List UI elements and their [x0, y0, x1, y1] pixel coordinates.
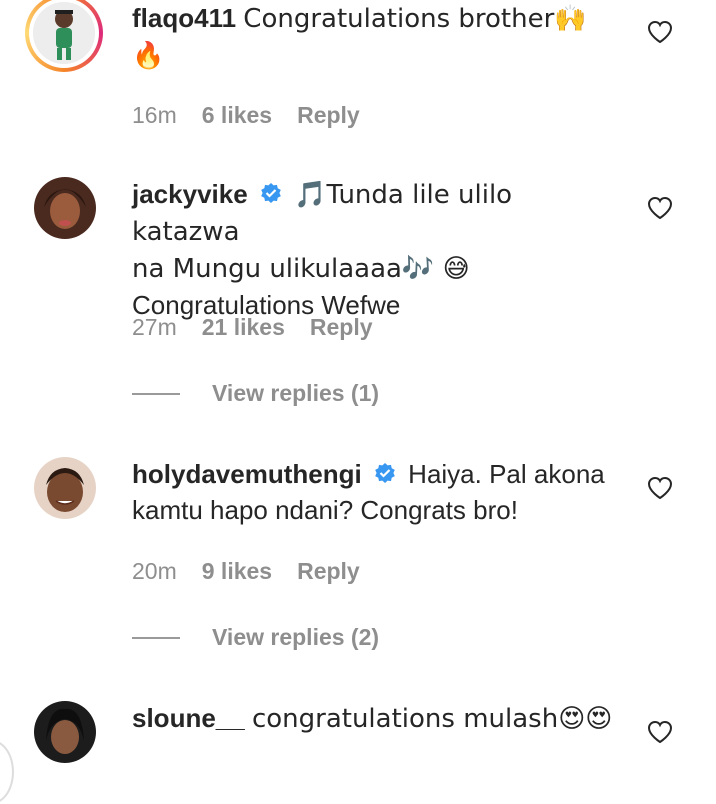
like-count[interactable]: 6 likes	[202, 102, 272, 129]
heart-icon[interactable]	[647, 196, 673, 220]
username[interactable]: holydavemuthengi	[132, 459, 362, 489]
comment-body-line2: kamtu hapo ndani? Congrats bro!	[132, 495, 518, 525]
heart-icon[interactable]	[647, 720, 673, 744]
username[interactable]: jackyvike	[132, 179, 248, 209]
avatar	[33, 2, 95, 64]
comment-body: Congratulations brother🙌	[243, 4, 587, 34]
avatar[interactable]	[34, 701, 96, 763]
comment-body-line2: na Mungu ulikulaaaa🎶 😅	[132, 254, 470, 284]
view-replies-label[interactable]: View replies (1)	[212, 380, 379, 407]
comment-meta: 16m 6 likes Reply	[132, 102, 360, 129]
comment-text: flaqo411 Congratulations brother🙌 🔥	[132, 0, 622, 74]
comment-text: holydavemuthengi Haiya. Pal akona kamtu …	[132, 456, 622, 528]
verified-badge-icon	[261, 183, 281, 203]
avatar[interactable]	[34, 177, 96, 239]
username[interactable]: flaqo411	[132, 3, 236, 33]
comment-time: 20m	[132, 558, 177, 584]
verified-badge-icon	[375, 463, 395, 483]
scroll-edge-decoration	[0, 740, 14, 804]
view-replies-button[interactable]: View replies (2)	[132, 624, 379, 651]
comment-meta: 20m 9 likes Reply	[132, 558, 360, 585]
heart-icon[interactable]	[647, 476, 673, 500]
comment-body: Haiya. Pal akona	[408, 459, 605, 489]
divider	[132, 636, 180, 639]
avatar[interactable]	[34, 457, 96, 519]
reply-button[interactable]: Reply	[297, 102, 360, 129]
comment-body-line2: 🔥	[132, 41, 165, 71]
username[interactable]: sloune__	[132, 703, 245, 733]
view-replies-label[interactable]: View replies (2)	[212, 624, 379, 651]
reply-button[interactable]: Reply	[297, 558, 360, 585]
like-count[interactable]: 9 likes	[202, 558, 272, 585]
heart-icon[interactable]	[647, 20, 673, 44]
reply-button[interactable]: Reply	[310, 314, 373, 341]
comment-body: congratulations mulash😍😍	[251, 704, 613, 734]
view-replies-button[interactable]: View replies (1)	[132, 380, 379, 407]
comment-text: sloune__ congratulations mulash😍😍	[132, 700, 622, 737]
comment-meta: 27m 21 likes Reply	[132, 314, 373, 341]
avatar-story-ring[interactable]	[25, 0, 103, 72]
comment-time: 27m	[132, 314, 177, 340]
comment-text: jackyvike 🎵Tunda lile ulilo katazwa na M…	[132, 176, 622, 323]
divider	[132, 392, 180, 395]
like-count[interactable]: 21 likes	[202, 314, 285, 341]
comment-time: 16m	[132, 102, 177, 128]
